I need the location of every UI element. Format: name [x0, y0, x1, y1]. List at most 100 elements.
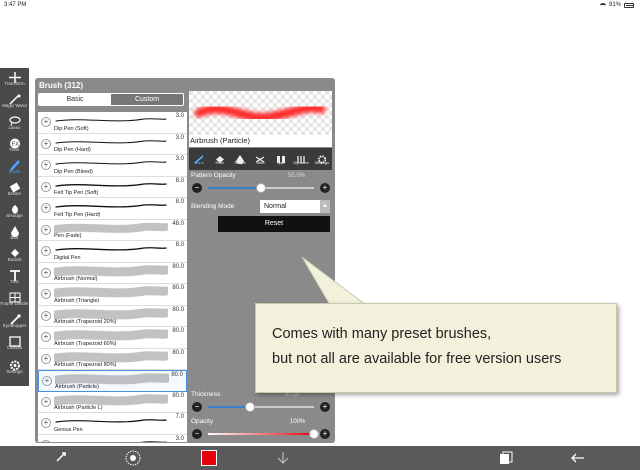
brush-list-item[interactable]: +8.0 Digital Pen [38, 241, 187, 263]
brush-category-tabs: Basic Custom [38, 93, 184, 106]
fx-icon: FX [9, 136, 21, 149]
back-arrow-icon[interactable] [570, 450, 586, 466]
add-brush-icon[interactable]: + [41, 332, 51, 342]
brush-stroke-sample [54, 307, 168, 319]
brush-name: Airbrush (Triangle) [54, 297, 100, 304]
tool-lasso[interactable]: Lasso [0, 112, 29, 134]
slider-knob[interactable] [309, 429, 319, 439]
brush-stroke-sample [54, 222, 168, 233]
tool-brush[interactable]: Brush [0, 156, 29, 178]
tab-settings[interactable]: Settings [312, 148, 332, 170]
minus-icon[interactable]: − [192, 429, 202, 439]
lasso-icon [8, 114, 21, 127]
brush-list-item[interactable]: +80.0 Airbrush (Trapezoid 20%) [38, 306, 187, 327]
tab-basic[interactable]: Basic [39, 94, 111, 105]
add-brush-icon[interactable]: + [41, 310, 51, 321]
brush-name: Airbrush (Particle) [55, 383, 100, 390]
tab-jitter[interactable]: Jitter [250, 148, 270, 170]
brush-list-item[interactable]: +80.0 Airbrush (Particle) [38, 370, 187, 392]
brush-list-item[interactable]: +3.0 Dip Pen (Soft) [38, 112, 187, 134]
tool-smudge[interactable]: Smudge [0, 200, 29, 222]
add-brush-icon[interactable]: + [41, 439, 51, 442]
add-brush-icon[interactable]: + [41, 203, 51, 213]
tool-canvas[interactable]: Canvas [0, 332, 29, 354]
brush-list[interactable]: +3.0 Dip Pen (Soft) +3.0 Dip Pen (Hard) +3.0… [38, 112, 187, 442]
tool-settings[interactable]: Settings [0, 356, 29, 378]
arrow-down-icon[interactable] [275, 450, 291, 466]
brush-size: 3.0 [175, 113, 184, 119]
brush-list-item[interactable]: +80.0 Airbrush (Trapezoid 80%) [38, 349, 187, 370]
slider-knob[interactable] [256, 183, 266, 193]
minus-icon[interactable]: − [192, 183, 202, 193]
tool-transform[interactable]: Transform [0, 68, 29, 90]
add-brush-icon[interactable]: + [41, 353, 51, 364]
brush-list-item[interactable]: +80.0 Airbrush (Trapezoid 60%) [38, 327, 187, 349]
brush-list-item[interactable]: +3.0 Dip Pen (Bleed) [38, 155, 187, 177]
slider-track [208, 433, 314, 435]
thickness-slider[interactable]: − + [192, 402, 330, 412]
brush-size: 8.0 [175, 242, 184, 248]
brush-stroke-sample [54, 329, 168, 341]
plus-icon[interactable]: + [320, 402, 330, 412]
tool-bucket[interactable]: Bucket [0, 244, 29, 266]
brush-name: Airbrush (Trapezoid 80%) [54, 362, 117, 368]
tool-eyedropper[interactable]: Eyedropper [0, 310, 29, 332]
add-brush-icon[interactable]: + [41, 160, 51, 170]
brush-list-item[interactable]: +80.0 Airbrush (Triangle) [38, 284, 187, 306]
brush-list-item[interactable]: +3.0 [38, 435, 187, 442]
tool-frame-divider[interactable]: Frame Divider [0, 288, 29, 310]
add-brush-icon[interactable]: + [41, 138, 51, 149]
plus-icon[interactable]: + [320, 183, 330, 193]
tab-dynamic[interactable]: Dynamic [291, 148, 311, 170]
chevron-up-icon: ▲ [320, 200, 330, 213]
add-brush-icon[interactable]: + [41, 246, 51, 256]
add-brush-icon[interactable]: + [41, 181, 51, 192]
slider-fill [208, 187, 261, 189]
brush-list-item[interactable]: +80.0 Airbrush (Particle L) [38, 392, 187, 413]
brush-list-item[interactable]: +80.0 Airbrush (Normal) [38, 263, 187, 284]
brush-name: Airbrush (Trapezoid 20%) [54, 319, 117, 325]
annotation-callout: Comes with many preset brushes, but not … [255, 303, 617, 393]
eyedropper-icon [9, 312, 21, 325]
brush-list-item[interactable]: +48.0 Pen (Fade) [38, 220, 187, 241]
blending-mode-label: Blending Mode [191, 203, 235, 210]
brush-size: 80.0 [172, 285, 184, 291]
rotate-icon[interactable] [54, 450, 70, 466]
reset-button[interactable]: Reset [218, 216, 330, 232]
tab-custom[interactable]: Custom [111, 94, 183, 105]
pattern-opacity-slider[interactable]: − + [192, 183, 330, 193]
tool-text[interactable]: Text [0, 266, 29, 288]
brush-size-icon[interactable] [125, 450, 141, 466]
add-brush-icon[interactable]: + [41, 224, 51, 235]
brush-list-item[interactable]: +8.0 Felt Tip Pen (Soft) [38, 177, 187, 198]
tab-shape[interactable]: Shape [230, 148, 250, 170]
brush-size: 80.0 [172, 349, 184, 356]
transform-icon [8, 70, 21, 83]
brush-list-item[interactable]: +3.0 Dip Pen (Hard) [38, 134, 187, 155]
minus-icon[interactable]: − [192, 402, 202, 412]
slider-knob[interactable] [245, 402, 256, 412]
tab-band[interactable]: Band [189, 148, 209, 170]
brush-list-item[interactable]: +8.0 Felt Tip Pen (Hard) [38, 198, 187, 220]
tab-halo[interactable]: Halo [209, 148, 229, 170]
current-color-swatch[interactable] [201, 450, 217, 466]
opacity-slider[interactable]: − + [192, 429, 330, 439]
tool-eraser[interactable]: Eraser [0, 178, 29, 200]
add-brush-icon[interactable]: + [41, 418, 51, 428]
add-brush-icon[interactable]: + [42, 376, 52, 386]
tab-type[interactable]: Type [271, 148, 291, 170]
plus-icon[interactable]: + [320, 429, 330, 439]
blending-mode-select[interactable]: Normal ▲ [260, 200, 330, 213]
brush-list-item[interactable]: +7.0 Genius Pen [38, 413, 187, 435]
add-brush-icon[interactable]: + [41, 289, 51, 299]
add-brush-icon[interactable]: + [41, 396, 51, 407]
tool-blur[interactable]: Blur [0, 222, 29, 244]
add-brush-icon[interactable]: + [41, 267, 51, 278]
tool-magic-wand[interactable]: Magic Wand [0, 90, 29, 112]
tool-filter[interactable]: FX Filter [0, 134, 29, 156]
brush-stroke-sample [55, 161, 167, 165]
brush-stroke-sample [55, 204, 167, 208]
layers-icon[interactable] [498, 450, 514, 466]
frame-divider-icon [9, 290, 21, 303]
add-brush-icon[interactable]: + [41, 117, 51, 127]
